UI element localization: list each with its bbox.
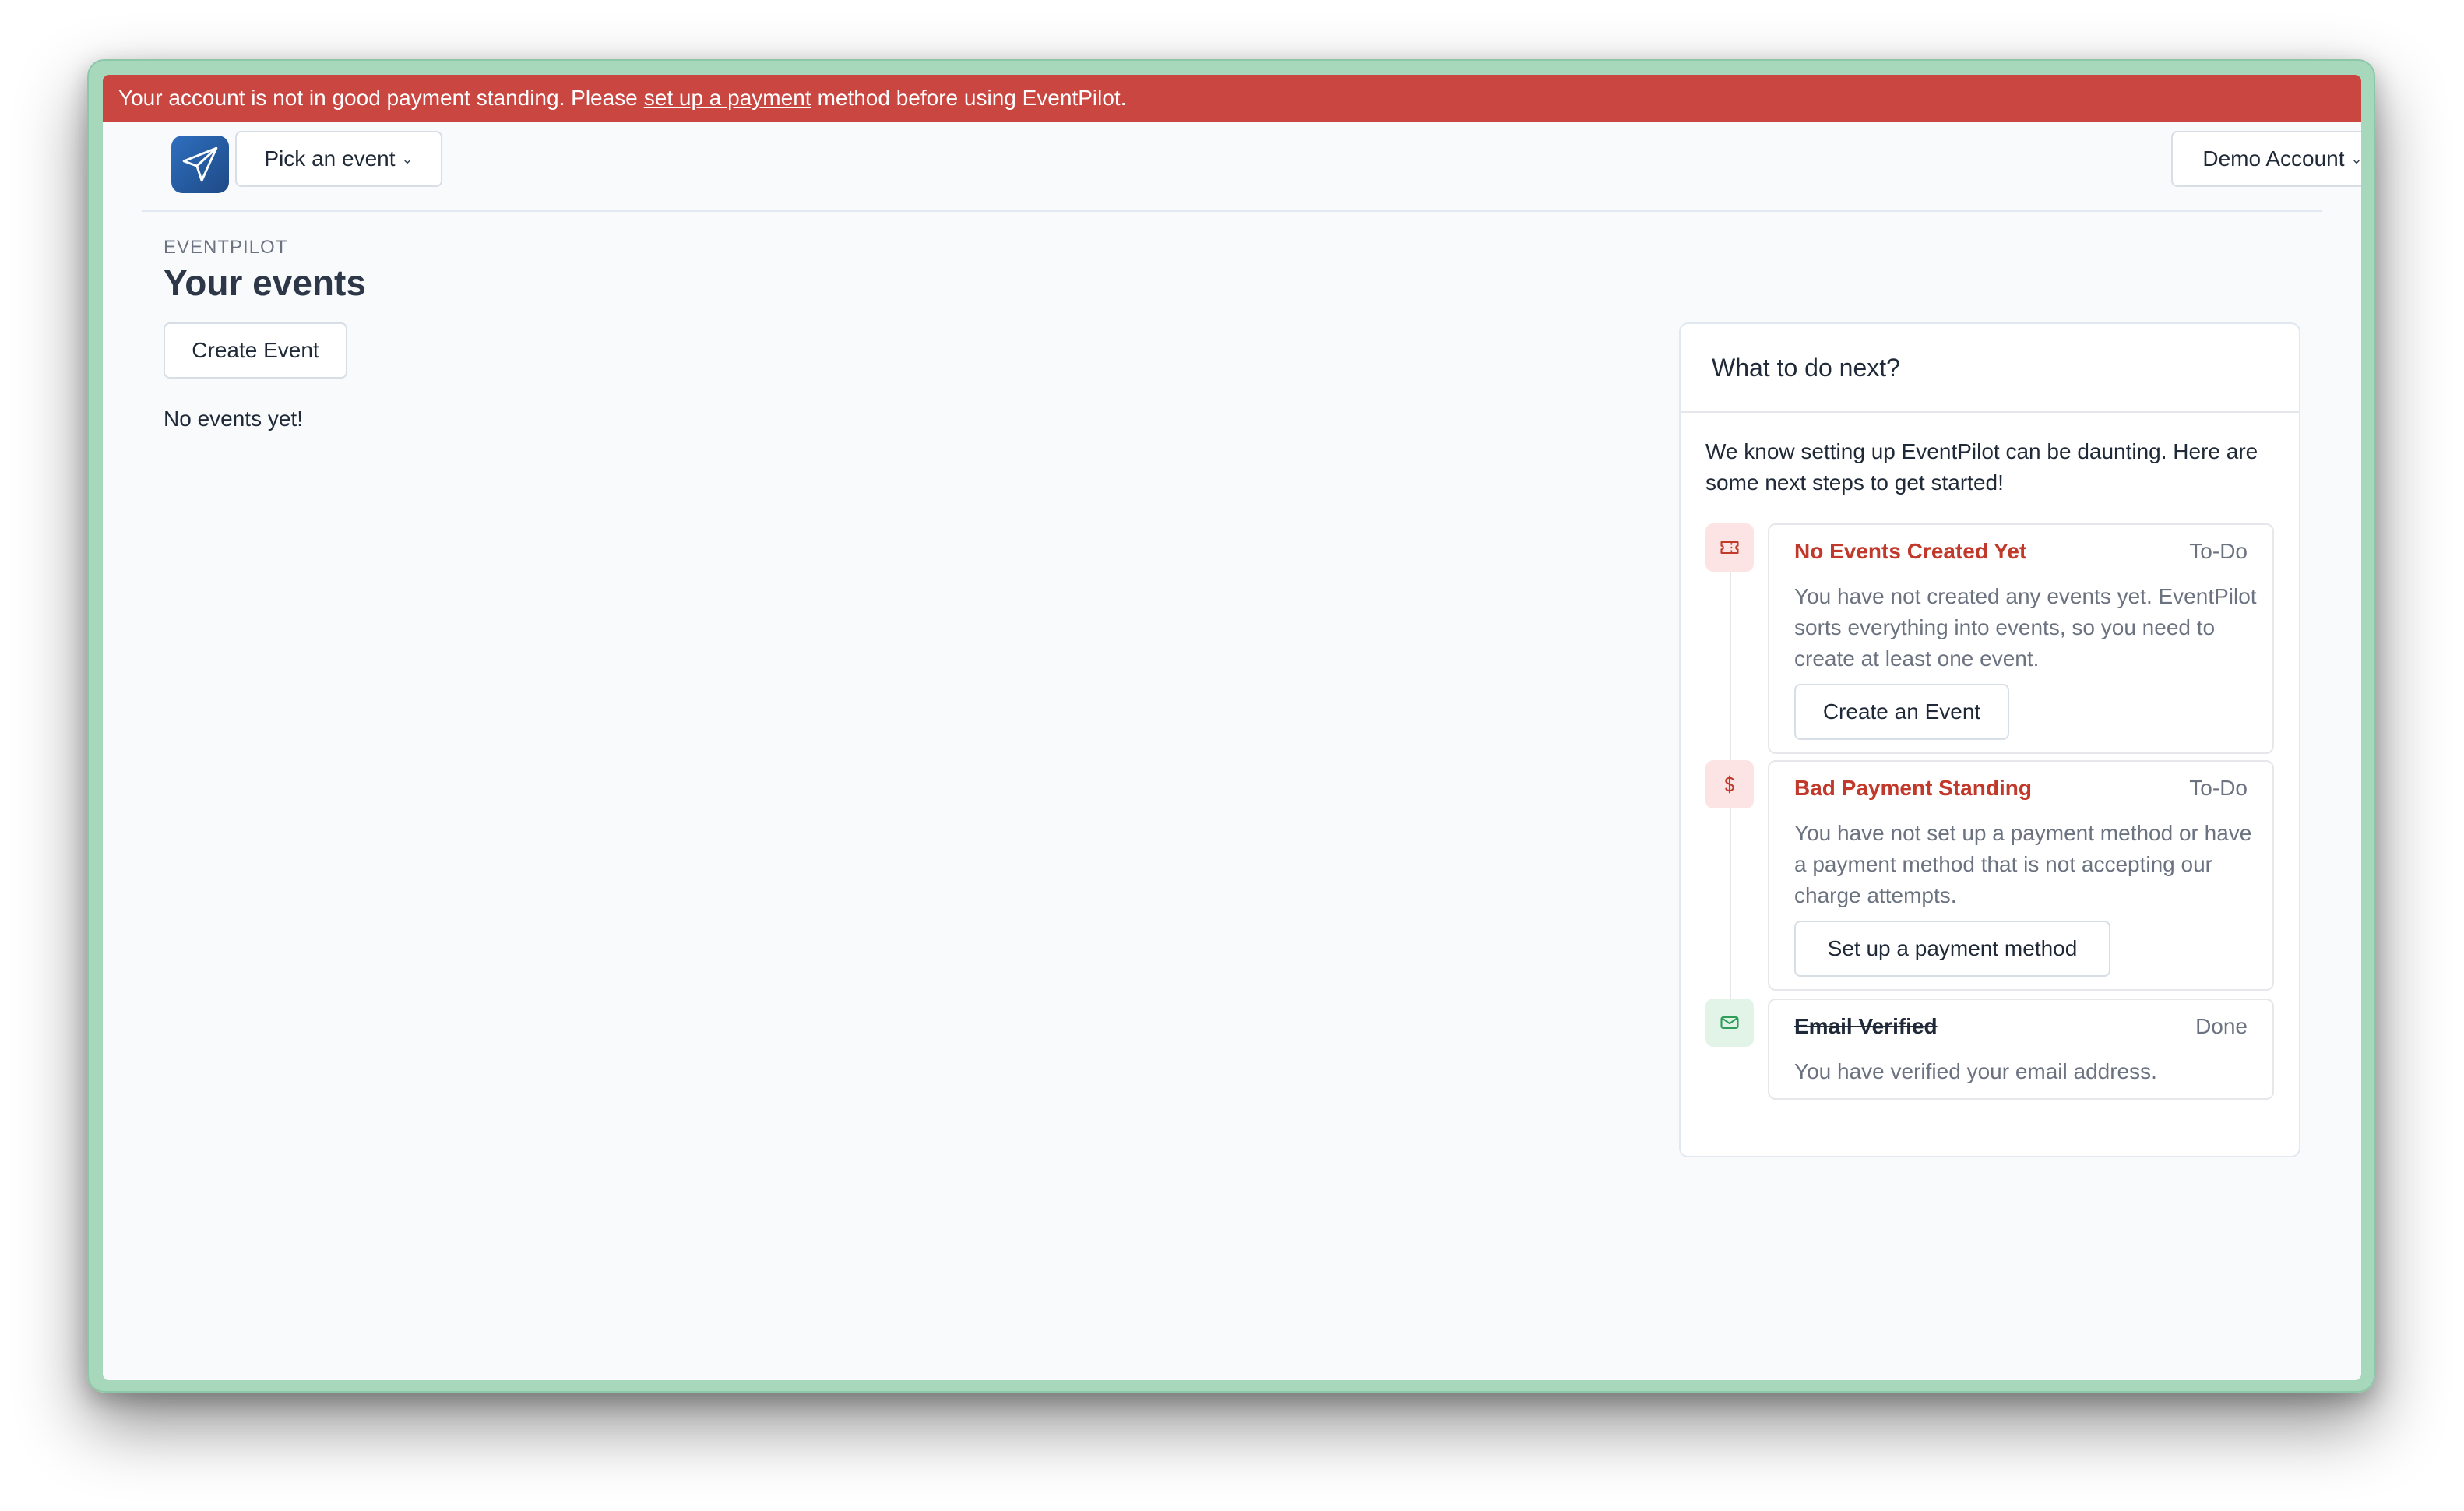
- step-title: No Events Created Yet: [1794, 539, 2027, 563]
- app-logo[interactable]: [171, 136, 229, 193]
- step-icon-container: [1705, 523, 1754, 572]
- create-an-event-button[interactable]: Create an Event: [1794, 684, 2009, 740]
- account-label: Demo Account: [2202, 146, 2345, 171]
- chevron-down-icon: ⌄: [2350, 150, 2362, 167]
- ticket-icon: [1720, 541, 1739, 555]
- step-status: To-Do: [2189, 776, 2248, 800]
- setup-payment-link[interactable]: set up a payment: [644, 86, 811, 111]
- step-card-no-events: No Events Created Yet To-Do You have not…: [1768, 523, 2274, 754]
- banner-text-before: Your account is not in good payment stan…: [118, 86, 638, 110]
- empty-events-text: No events yet!: [164, 407, 303, 431]
- page-title: Your events: [164, 262, 366, 303]
- create-event-button[interactable]: Create Event: [164, 322, 347, 379]
- step-status: To-Do: [2189, 539, 2248, 563]
- banner-text-after: method before using EventPilot.: [817, 86, 1127, 110]
- paper-plane-icon: [182, 146, 218, 182]
- app-window: Your account is not in good payment stan…: [103, 75, 2361, 1380]
- step-title: Bad Payment Standing: [1794, 776, 2032, 800]
- next-steps-title: What to do next?: [1681, 324, 2299, 413]
- step-icon-container: [1705, 999, 1754, 1047]
- mail-icon: [1720, 1016, 1739, 1030]
- step-description: You have not set up a payment method or …: [1794, 821, 2252, 907]
- section-eyebrow: EVENTPILOT: [164, 237, 288, 258]
- step-status: Done: [2195, 1014, 2248, 1038]
- top-navigation: Pick an event ⌄ Demo Account ⌄: [142, 122, 2361, 212]
- step-icon-container: [1705, 760, 1754, 808]
- step-description: You have verified your email address.: [1794, 1059, 2157, 1083]
- chevron-down-icon: ⌄: [401, 150, 414, 167]
- payment-warning-banner: Your account is not in good payment stan…: [103, 75, 2361, 122]
- step-description: You have not created any events yet. Eve…: [1794, 584, 2257, 671]
- step-card-bad-payment: Bad Payment Standing To-Do You have not …: [1768, 760, 2274, 991]
- pick-event-label: Pick an event: [264, 146, 396, 171]
- setup-payment-method-button[interactable]: Set up a payment method: [1794, 921, 2110, 977]
- next-steps-intro: We know setting up EventPilot can be dau…: [1705, 439, 2258, 495]
- step-card-email-verified: Email Verified Done You have verified yo…: [1768, 999, 2274, 1100]
- account-menu-dropdown[interactable]: Demo Account ⌄: [2171, 131, 2361, 187]
- step-title: Email Verified: [1794, 1014, 1938, 1038]
- dollar-icon: [1725, 775, 1734, 794]
- pick-event-dropdown[interactable]: Pick an event ⌄: [235, 131, 442, 187]
- next-steps-panel: What to do next? We know setting up Even…: [1679, 322, 2300, 1157]
